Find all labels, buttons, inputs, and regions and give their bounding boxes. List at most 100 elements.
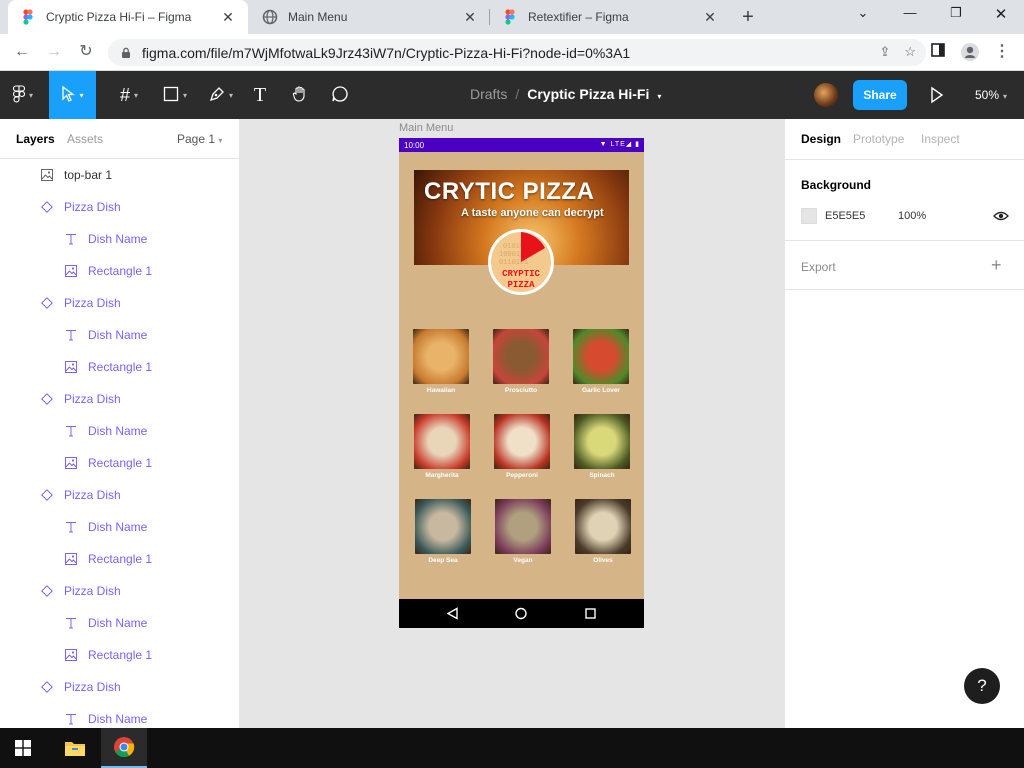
tab-main-menu[interactable]: Main Menu ✕ xyxy=(250,0,490,34)
add-export-icon[interactable]: + xyxy=(991,255,1002,276)
dish-name: Garlic Lover xyxy=(582,387,620,394)
cryptic-pizza-logo[interactable]: 01010 1000111 0110101 CRYPTIC PIZZA xyxy=(487,228,555,296)
close-tab-icon[interactable]: ✕ xyxy=(702,9,718,26)
banner-title: CRYTIC PIZZA xyxy=(424,178,595,205)
file-name[interactable]: Cryptic Pizza Hi-Fi xyxy=(527,86,649,102)
eye-icon[interactable] xyxy=(993,209,1009,223)
layer-row[interactable]: Dish Name xyxy=(0,415,239,447)
layer-row[interactable]: Dish Name xyxy=(0,703,239,728)
background-hex-input[interactable]: E5E5E5 xyxy=(825,210,865,222)
tab-search-chevron-icon[interactable]: ⌄ xyxy=(853,5,873,25)
tab-title: Cryptic Pizza Hi-Fi – Figma xyxy=(46,10,192,24)
background-color-swatch[interactable] xyxy=(801,208,817,224)
figma-main-menu-button[interactable]: ▾ xyxy=(0,71,46,119)
pizza-dish-card[interactable]: Olives xyxy=(575,499,631,564)
layer-name: Pizza Dish xyxy=(64,296,121,310)
layer-row[interactable]: Rectangle 1 xyxy=(0,255,239,287)
text-layer-icon xyxy=(64,712,78,726)
pizza-dish-card[interactable]: Vegan xyxy=(495,499,551,564)
export-section-title[interactable]: Export xyxy=(801,260,836,274)
bookmark-star-icon[interactable]: ☆ xyxy=(904,44,916,60)
tab-retextifier[interactable]: Retextifier – Figma ✕ xyxy=(490,0,730,34)
component-instance-icon xyxy=(40,488,54,502)
pen-tool-button[interactable]: ▾ xyxy=(198,71,244,119)
tab-design[interactable]: Design xyxy=(801,132,841,146)
layer-row[interactable]: top-bar 1 xyxy=(0,159,239,191)
minimize-icon[interactable]: — xyxy=(900,5,920,25)
layer-row[interactable]: Dish Name xyxy=(0,511,239,543)
hand-tool-button[interactable] xyxy=(286,71,314,119)
background-opacity-input[interactable]: 100% xyxy=(898,210,926,222)
profile-icon[interactable] xyxy=(960,42,980,62)
close-tab-icon[interactable]: ✕ xyxy=(220,9,236,26)
layer-row[interactable]: Rectangle 1 xyxy=(0,639,239,671)
pizza-dish-card[interactable]: Garlic Lover xyxy=(573,329,629,394)
reload-icon[interactable]: ↻ xyxy=(76,42,96,62)
pizza-dish-card[interactable]: Deep Sea xyxy=(415,499,471,564)
address-bar[interactable]: figma.com/file/m7WjMfotwaLk9Jrz43iW7n/Cr… xyxy=(108,39,926,66)
zoom-control[interactable]: 50% ▾ xyxy=(975,88,1007,102)
pizza-dish-card[interactable]: Prosciutto xyxy=(493,329,549,394)
new-tab-icon[interactable]: + xyxy=(738,6,758,29)
layer-row[interactable]: Rectangle 1 xyxy=(0,351,239,383)
breadcrumb-drafts[interactable]: Drafts xyxy=(470,86,507,102)
frame-label[interactable]: Main Menu xyxy=(399,122,453,134)
layer-row[interactable]: Rectangle 1 xyxy=(0,447,239,479)
layer-row[interactable]: Pizza Dish xyxy=(0,191,239,223)
tab-assets[interactable]: Assets xyxy=(67,132,103,146)
text-tool-button[interactable]: T xyxy=(246,71,274,119)
layer-row[interactable]: Rectangle 1 xyxy=(0,543,239,575)
layer-row[interactable]: Dish Name xyxy=(0,223,239,255)
comment-tool-button[interactable] xyxy=(326,71,354,119)
pizza-dish-card[interactable]: Spinach xyxy=(574,414,630,479)
layer-name: Dish Name xyxy=(88,616,148,630)
present-play-icon[interactable] xyxy=(928,85,946,105)
pizza-dish-card[interactable]: Hawaiian xyxy=(413,329,469,394)
restore-icon[interactable]: ❐ xyxy=(946,5,966,25)
close-window-icon[interactable]: ✕ xyxy=(991,5,1011,25)
chrome-menu-icon[interactable]: ⋮ xyxy=(992,42,1012,62)
tab-layers[interactable]: Layers xyxy=(16,132,55,146)
layer-row[interactable]: Dish Name xyxy=(0,319,239,351)
nav-recents-icon[interactable] xyxy=(585,608,596,619)
layer-row[interactable]: Pizza Dish xyxy=(0,383,239,415)
pizza-dish-card[interactable]: Pepperoni xyxy=(494,414,550,479)
share-page-icon[interactable]: ⇪ xyxy=(879,44,890,60)
layer-row[interactable]: Pizza Dish xyxy=(0,479,239,511)
layer-row[interactable]: Pizza Dish xyxy=(0,671,239,703)
layer-name: Pizza Dish xyxy=(64,584,121,598)
layers-panel: Layers Assets Page 1 ▾ top-bar 1 Pizza Di… xyxy=(0,119,240,728)
layer-row[interactable]: Dish Name xyxy=(0,607,239,639)
pizza-dish-card[interactable]: Margherita xyxy=(414,414,470,479)
help-button[interactable]: ? xyxy=(964,668,1000,704)
nav-back-icon[interactable] xyxy=(446,607,458,620)
nav-home-icon[interactable] xyxy=(515,607,527,620)
windows-start-icon[interactable] xyxy=(0,728,46,768)
file-explorer-icon[interactable] xyxy=(52,728,98,768)
dish-name: Olives xyxy=(593,557,613,564)
main-menu-frame[interactable]: 10:00 ▼ LTE◢ ▮ CRYTIC PIZZA A taste anyo… xyxy=(399,138,644,628)
layer-row[interactable]: Pizza Dish xyxy=(0,575,239,607)
share-button[interactable]: Share xyxy=(853,80,907,110)
tab-prototype[interactable]: Prototype xyxy=(853,132,904,146)
layer-row[interactable]: Pizza Dish xyxy=(0,287,239,319)
shape-tool-button[interactable]: ▾ xyxy=(152,71,198,119)
tab-figma-cryptic[interactable]: Cryptic Pizza Hi-Fi – Figma ✕ xyxy=(8,0,248,34)
dish-name: Hawaiian xyxy=(426,387,456,394)
pizza-photo xyxy=(494,414,550,469)
avatar[interactable] xyxy=(814,83,838,107)
forward-icon[interactable]: → xyxy=(44,42,64,62)
image-layer-icon xyxy=(64,264,78,278)
frame-tool-button[interactable]: # ▾ xyxy=(104,71,154,119)
file-menu-chevron-icon[interactable]: ▾ xyxy=(657,92,661,101)
page-selector[interactable]: Page 1 ▾ xyxy=(177,132,222,146)
move-tool-button[interactable]: ▾ xyxy=(49,71,96,119)
tab-inspect[interactable]: Inspect xyxy=(921,132,960,146)
component-instance-icon xyxy=(40,680,54,694)
battery-icon: ▮ xyxy=(635,141,640,148)
back-icon[interactable]: ← xyxy=(12,42,32,62)
lock-icon[interactable] xyxy=(120,47,132,59)
chrome-taskbar-icon[interactable] xyxy=(101,728,147,768)
close-tab-icon[interactable]: ✕ xyxy=(462,9,478,26)
side-panel-icon[interactable] xyxy=(928,42,948,62)
